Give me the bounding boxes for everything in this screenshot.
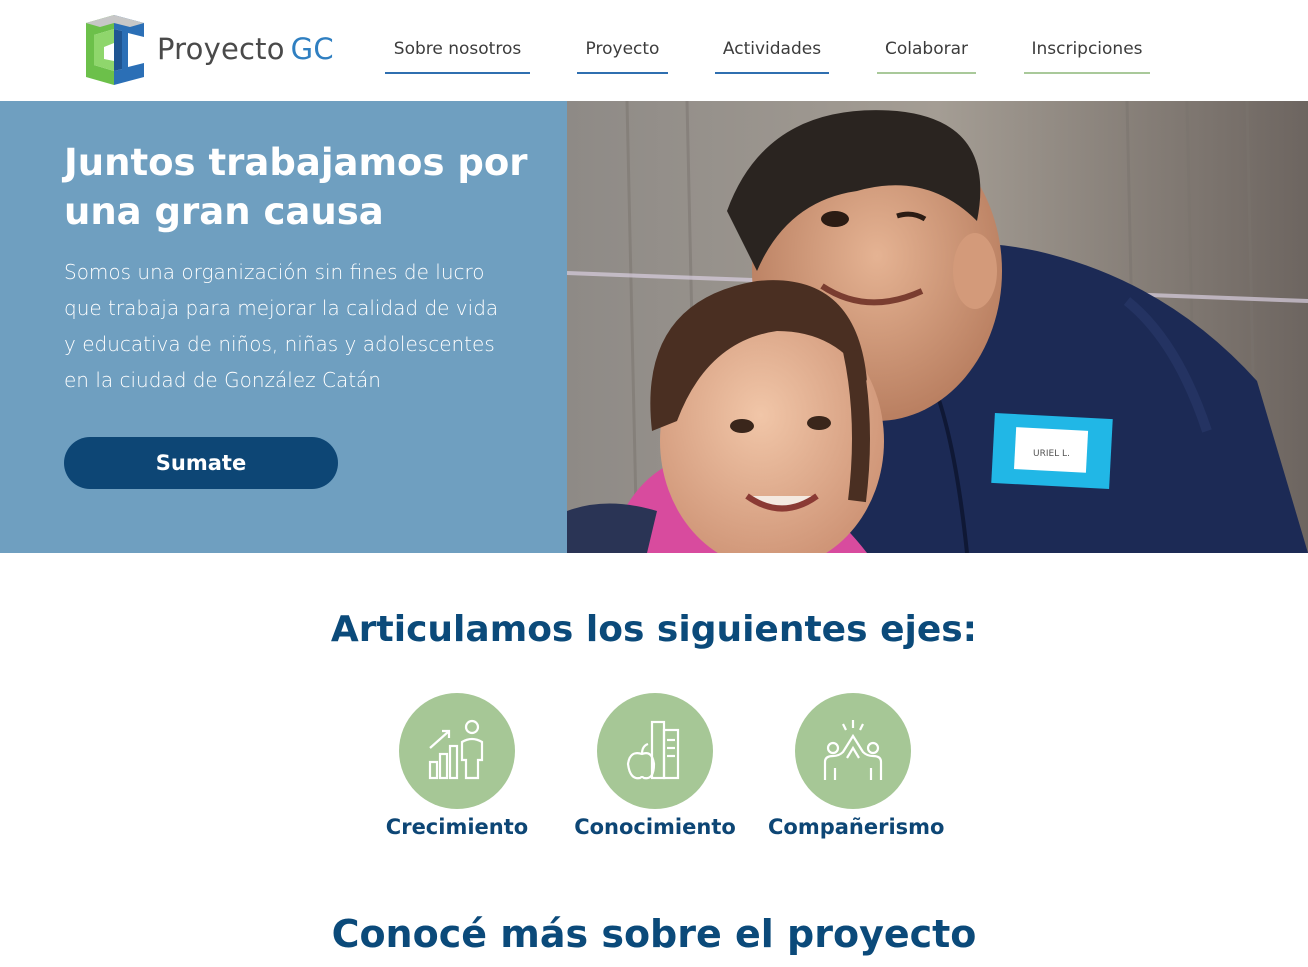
growth-chart-icon [399,693,515,809]
eje-label-companerismo: Compañerismo [768,815,945,839]
eje-companerismo[interactable]: Compañerismo [768,693,945,839]
hero-title: Juntos trabajamos por una gran causa [64,141,528,233]
nav-actividades[interactable]: Actividades [715,37,829,74]
nav-sobre-nosotros[interactable]: Sobre nosotros [385,37,530,74]
eje-crecimiento[interactable]: Crecimiento [372,693,542,839]
hero-photo: URIEL L. [567,101,1308,553]
nav-colaborar[interactable]: Colaborar [877,37,976,74]
sumate-button[interactable]: Sumate [64,437,338,489]
brand-name[interactable]: Proyecto GC [157,32,334,66]
hero-photo-illustration: URIEL L. [567,101,1308,553]
brand-main: Proyecto [157,32,285,66]
nav-inscripciones[interactable]: Inscripciones [1024,37,1150,74]
eje-conocimiento[interactable]: Conocimiento [570,693,740,839]
proyecto-gc-logo[interactable] [78,13,150,87]
more-title: Conocé más sobre el proyecto [331,912,977,956]
badge-text: URIEL L. [1033,449,1070,459]
nav-proyecto[interactable]: Proyecto [577,37,668,74]
site-header: Proyecto GC Sobre nosotros Proyecto Activ… [0,0,1308,101]
hero-panel: Juntos trabajamos por una gran causa Som… [0,101,567,553]
eje-label-conocimiento: Conocimiento [574,815,736,839]
brand-accent: GC [290,32,334,66]
high-five-icon [795,693,911,809]
hero-description: Somos una organización sin fines de lucr… [64,260,499,392]
eje-label-crecimiento: Crecimiento [385,815,529,839]
ejes-title: Articulamos los siguientes ejes: [330,609,978,650]
books-apple-icon [597,693,713,809]
